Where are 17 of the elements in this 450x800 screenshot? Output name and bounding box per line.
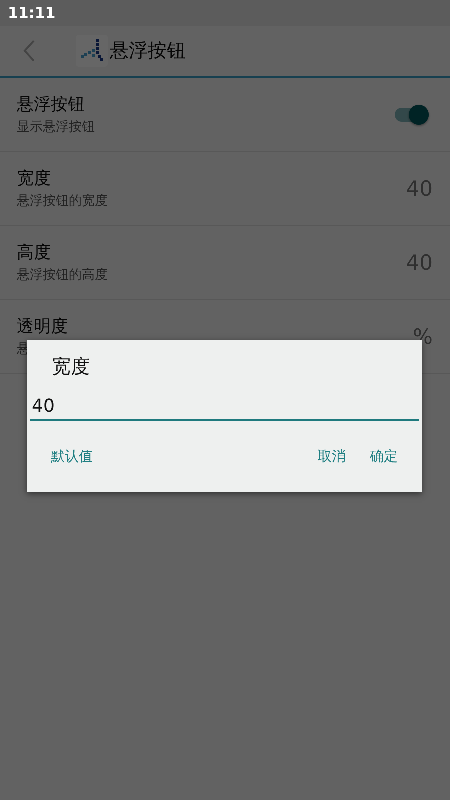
- input-field[interactable]: 40: [30, 396, 419, 421]
- setting-title: 宽度: [17, 168, 52, 190]
- toolbar-title: 悬浮按钮: [110, 39, 186, 64]
- setting-title: 高度: [17, 242, 52, 264]
- app-logo-icon: [76, 35, 108, 67]
- status-time: 11:11: [8, 4, 56, 22]
- setting-subtitle: 显示悬浮按钮: [17, 119, 96, 136]
- setting-title: 悬浮按钮: [17, 94, 86, 116]
- settings-row[interactable]: 悬浮按钮 显示悬浮按钮: [0, 78, 450, 152]
- back-icon[interactable]: [22, 39, 36, 63]
- dialog-button[interactable]: 取消: [310, 444, 354, 470]
- dialog-button[interactable]: 默认值: [43, 444, 101, 470]
- setting-subtitle: 悬浮按钮的宽度: [17, 193, 109, 210]
- dialog-button[interactable]: 确定: [362, 444, 406, 470]
- setting-title: 透明度: [17, 316, 69, 338]
- toggle-switch[interactable]: [395, 108, 429, 122]
- setting-subtitle: 悬浮按钮的高度: [17, 267, 109, 284]
